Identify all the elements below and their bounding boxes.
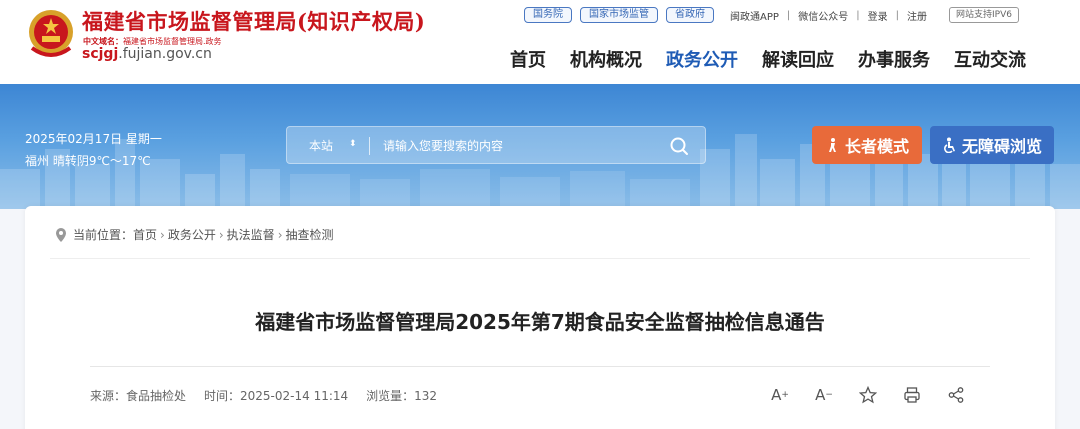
domain-rest: .fujian.gov.cn (118, 46, 212, 62)
breadcrumb-home[interactable]: 首页 (133, 226, 157, 243)
search-input[interactable] (383, 135, 653, 157)
nav-government-affairs[interactable]: 政务公开 (654, 46, 750, 72)
link-wechat[interactable]: 微信公众号 (790, 8, 856, 23)
breadcrumb: 当前位置： 首页 › 政务公开 › 执法监督 › 抽查检测 (55, 226, 334, 243)
current-date: 2025年02月17日 星期一 (25, 132, 162, 146)
hero-banner: 2025年02月17日 星期一 福州 晴转阴9℃～17℃ 本站 ⬍ 长者模式 无… (0, 84, 1080, 209)
breadcrumb-law-enforcement[interactable]: 执法监督 (227, 226, 275, 243)
star-icon[interactable] (855, 384, 881, 406)
accessibility-icon (944, 137, 955, 153)
ipv6-badge: 网站支持IPV6 (949, 7, 1019, 23)
article-meta: 来源：食品抽检处 时间：2025-02-14 11:14 浏览量：132 (90, 387, 455, 404)
nav-organization[interactable]: 机构概况 (558, 46, 654, 72)
article-source: 来源：食品抽检处 (90, 389, 187, 403)
share-icon[interactable] (943, 384, 969, 406)
elder-mode-button[interactable]: 长者模式 (812, 126, 922, 164)
elder-icon (828, 138, 836, 152)
search-bar: 本站 ⬍ (286, 126, 706, 164)
divider (50, 258, 1030, 259)
font-decrease-icon[interactable]: A − (811, 384, 837, 406)
breadcrumb-separator: › (160, 227, 165, 242)
chinese-domain-label: 中文域名： (83, 37, 123, 46)
link-state-council[interactable]: 国务院 (524, 7, 572, 23)
accessibility-label: 无障碍浏览 (961, 137, 1042, 156)
nav-interaction[interactable]: 互动交流 (942, 46, 1038, 72)
nav-home[interactable]: 首页 (498, 46, 558, 72)
register-link[interactable]: 注册 (899, 8, 935, 23)
breadcrumb-separator: › (218, 227, 224, 242)
link-mzt-app[interactable]: 闽政通APP (722, 8, 787, 23)
font-increase-icon[interactable]: A + (767, 384, 793, 406)
print-icon[interactable] (899, 384, 925, 406)
link-provincial-government[interactable]: 省政府 (666, 7, 714, 23)
location-pin-icon (56, 227, 66, 242)
breadcrumb-prefix: 当前位置： (73, 228, 134, 242)
top-links: 国务院 国家市场监管 省政府 闽政通APP | 微信公众号 | 登录 | 注册 … (524, 6, 1019, 24)
link-samr[interactable]: 国家市场监管 (580, 7, 658, 23)
site-domain: scjgj.fujian.gov.cn (82, 46, 212, 62)
article-title: 福建省市场监督管理局2025年第7期食品安全监督抽检信息通告 (255, 310, 825, 334)
login-link[interactable]: 登录 (860, 8, 896, 23)
article-tools: A + A − (767, 384, 969, 406)
site-title[interactable]: 福建省市场监督管理局(知识产权局) (82, 6, 425, 36)
nav-services[interactable]: 办事服务 (846, 46, 942, 72)
search-scope-select[interactable]: 本站 (309, 137, 333, 154)
chinese-domain-value: 福建省市场监督管理局.政务 (123, 37, 222, 46)
font-increase-label: A (771, 386, 782, 404)
national-emblem-icon[interactable] (26, 8, 76, 60)
divider (90, 366, 990, 367)
nav-interpretation[interactable]: 解读回应 (750, 46, 846, 72)
weather-info: 福州 晴转阴9℃～17℃ (25, 154, 151, 168)
main-nav: 首页 机构概况 政务公开 解读回应 办事服务 互动交流 (498, 46, 1038, 72)
font-decrease-label: A (815, 386, 826, 404)
article-card: 当前位置： 首页 › 政务公开 › 执法监督 › 抽查检测 福建省市场监督管理局… (25, 206, 1055, 429)
breadcrumb-government-affairs[interactable]: 政务公开 (168, 226, 216, 243)
site-header: 福建省市场监督管理局(知识产权局) 中文域名：福建省市场监督管理局.政务 scj… (0, 0, 1080, 84)
chevron-updown-icon[interactable]: ⬍ (349, 139, 357, 149)
breadcrumb-inspection[interactable]: 抽查检测 (286, 226, 334, 243)
accessibility-button[interactable]: 无障碍浏览 (930, 126, 1054, 164)
article-views: 浏览量：132 (366, 389, 438, 403)
article-time: 时间：2025-02-14 11:14 (204, 389, 349, 403)
breadcrumb-separator: › (277, 227, 283, 242)
search-icon[interactable] (669, 136, 689, 156)
domain-prefix: scjgj (82, 46, 119, 62)
elder-mode-label: 长者模式 (844, 137, 909, 156)
search-divider (369, 137, 370, 155)
